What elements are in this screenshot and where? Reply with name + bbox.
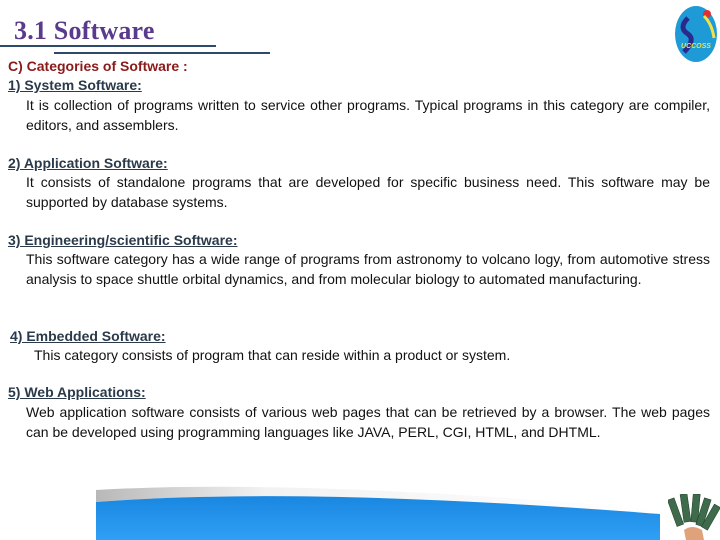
section-heading-web: 5) Web Applications: <box>8 384 146 400</box>
section-body-embedded: This category consists of program that c… <box>34 347 511 363</box>
title-underline-bottom <box>54 52 270 54</box>
logo-text: UCCOSS <box>681 43 711 50</box>
slide-title: 3.1 Software <box>14 16 155 45</box>
decorative-banner <box>96 486 660 540</box>
section-body-system: It is collection of programs written to … <box>26 97 710 133</box>
section-body-application: It consists of standalone programs that … <box>26 174 710 210</box>
section-heading-system: 1) System Software: <box>8 77 142 93</box>
section-heading-embedded: 4) Embedded Software: <box>10 328 166 344</box>
section-heading-application: 2) Application Software: <box>8 155 168 171</box>
categories-subtitle: C) Categories of Software : <box>8 58 188 74</box>
section-body-web: Web application software consists of var… <box>26 404 710 440</box>
section-heading-engineering: 3) Engineering/scientific Software: <box>8 232 238 248</box>
memory-modules-image-icon <box>668 494 720 540</box>
section-body-engineering: This software category has a wide range … <box>26 251 710 287</box>
institution-logo-icon: UCCOSS <box>675 6 717 62</box>
title-underline-top <box>0 45 216 47</box>
